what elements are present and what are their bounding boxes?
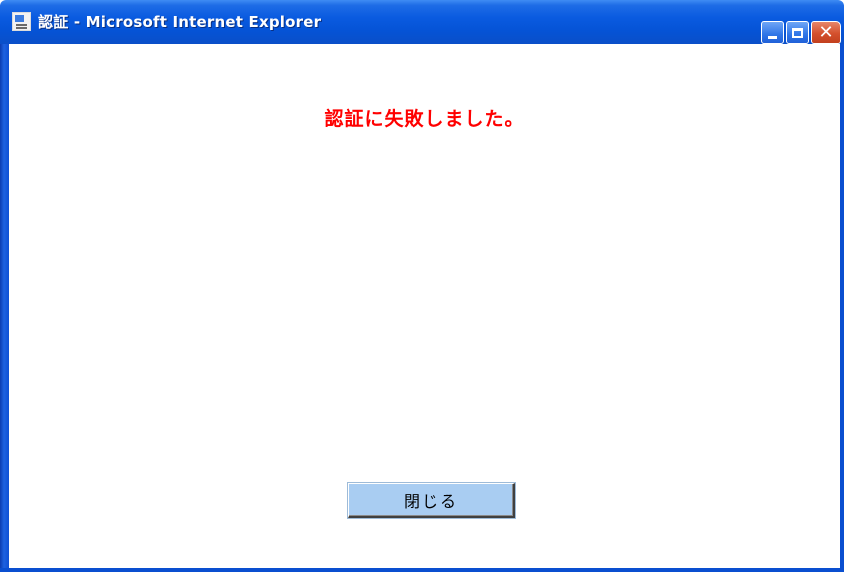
window-border-bottom (0, 568, 844, 572)
close-button[interactable]: 閉じる (348, 483, 515, 518)
minimize-button[interactable] (761, 21, 784, 44)
window-title: 認証 - Microsoft Internet Explorer (38, 13, 322, 31)
maximize-button[interactable] (786, 21, 809, 44)
ie-page-icon (12, 12, 31, 31)
close-window-button[interactable]: ✕ (811, 21, 841, 44)
browser-window: 認証 - Microsoft Internet Explorer ✕ 認証に失敗… (0, 0, 844, 572)
minimize-icon (768, 36, 777, 39)
title-bar[interactable]: 認証 - Microsoft Internet Explorer ✕ (0, 0, 844, 44)
error-message: 認証に失敗しました。 (324, 108, 525, 130)
page-content: 認証に失敗しました。 閉じる (9, 44, 840, 568)
maximize-icon (792, 27, 803, 38)
window-border-left (0, 44, 9, 572)
window-border-right (840, 44, 844, 572)
close-icon: ✕ (818, 21, 834, 43)
